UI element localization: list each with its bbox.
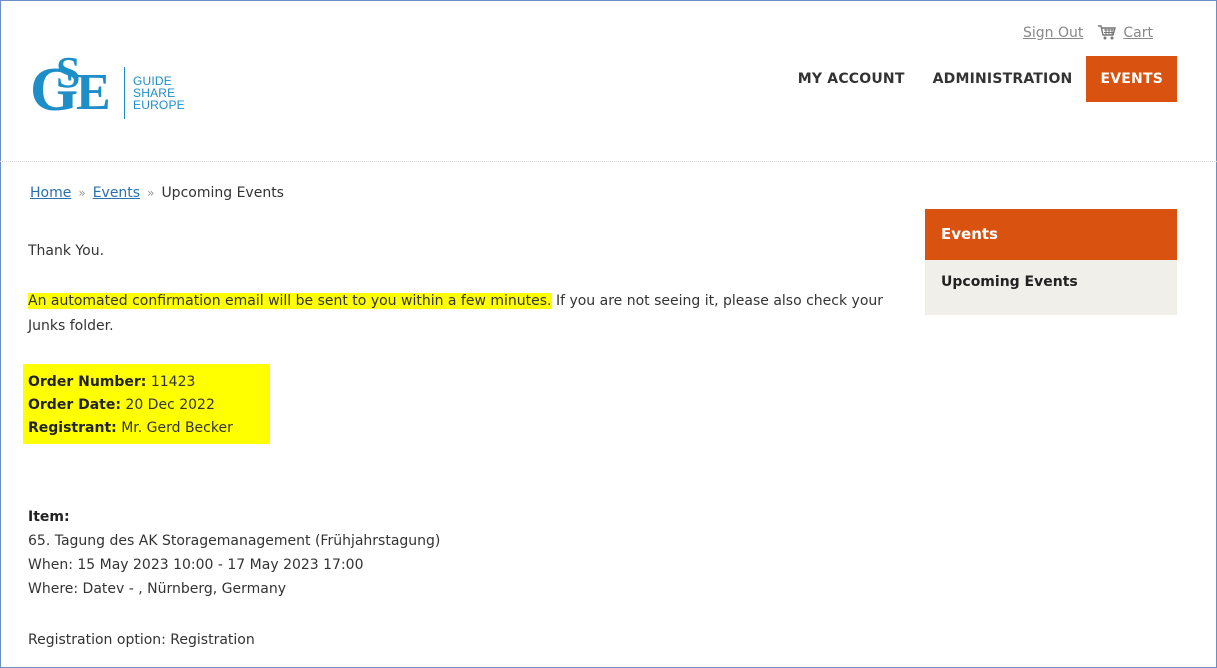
logo-line-europe: EUROPE (133, 97, 185, 112)
logo-divider (124, 66, 125, 119)
item-where: Where: Datev - , Nürnberg, Germany (28, 581, 287, 597)
sidebar-title: Events (925, 209, 1177, 260)
item-when: When: 15 May 2023 10:00 - 17 May 2023 17… (28, 557, 364, 573)
header-divider (0, 161, 1217, 162)
confirmation-message: An automated confirmation email will be … (28, 289, 908, 339)
registrant-value: Mr. Gerd Becker (121, 420, 233, 436)
nav-events[interactable]: EVENTS (1086, 56, 1177, 102)
item-details: Item: 65. Tagung des AK Storagemanagemen… (28, 505, 440, 601)
confirmation-highlighted: An automated confirmation email will be … (28, 293, 552, 309)
sign-out-link[interactable]: Sign Out (1023, 25, 1083, 41)
order-details: Order Number: 11423 Order Date: 20 Dec 2… (28, 371, 233, 440)
logo-line-guide: GUIDE (133, 73, 173, 88)
breadcrumb-current: Upcoming Events (161, 185, 284, 201)
registrant-row: Registrant: Mr. Gerd Becker (28, 417, 233, 440)
item-label: Item: (28, 509, 70, 525)
sidebar-item-upcoming-events[interactable]: Upcoming Events (941, 274, 1177, 290)
registrant-label: Registrant: (28, 420, 117, 436)
logo-line-share: SHARE (133, 85, 176, 100)
item-title: 65. Tagung des AK Storagemanagement (Frü… (28, 533, 441, 549)
logo-text: GUIDE SHARE EUROPE (133, 75, 185, 111)
registration-option: Registration option: Registration (28, 632, 255, 648)
breadcrumb-separator: » (78, 186, 86, 200)
cart-link-wrap[interactable]: Cart (1097, 24, 1153, 41)
logo-mark: GSE (30, 48, 111, 124)
breadcrumb-home[interactable]: Home (30, 185, 71, 201)
order-number-value: 11423 (150, 374, 196, 390)
breadcrumb-separator: » (147, 186, 155, 200)
order-number-label: Order Number: (28, 374, 147, 390)
order-number-row: Order Number: 11423 (28, 371, 233, 394)
events-sidebar: Events Upcoming Events (925, 209, 1177, 315)
thank-you-text: Thank You. (28, 243, 105, 259)
nav-administration[interactable]: ADMINISTRATION (919, 56, 1087, 102)
order-date-value: 20 Dec 2022 (125, 397, 215, 413)
top-links: Sign Out Cart (1023, 24, 1153, 41)
breadcrumb-events[interactable]: Events (93, 185, 140, 201)
main-nav: MY ACCOUNT ADMINISTRATION EVENTS (784, 56, 1177, 102)
cart-link[interactable]: Cart (1123, 25, 1153, 41)
order-date-label: Order Date: (28, 397, 121, 413)
gse-logo[interactable]: GSE GUIDE SHARE EUROPE (30, 48, 185, 130)
breadcrumb: Home » Events » Upcoming Events (30, 185, 284, 201)
nav-my-account[interactable]: MY ACCOUNT (784, 56, 919, 102)
sidebar-body: Upcoming Events (925, 260, 1177, 315)
cart-icon[interactable] (1097, 24, 1117, 41)
order-date-row: Order Date: 20 Dec 2022 (28, 394, 233, 417)
